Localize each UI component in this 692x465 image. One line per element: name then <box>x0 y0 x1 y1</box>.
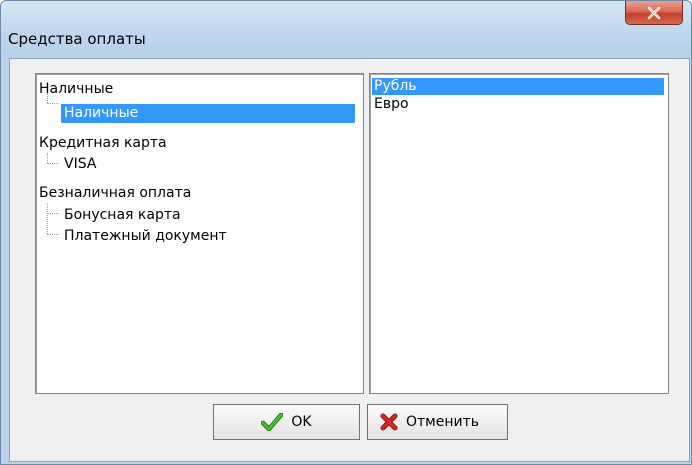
list-item-ruble[interactable]: Рубль <box>372 78 664 95</box>
tree-item-payment-document[interactable]: Платежный документ <box>61 227 230 246</box>
close-icon <box>647 6 661 19</box>
tree-item-credit-card-group[interactable]: Кредитная карта <box>36 134 170 153</box>
cross-icon <box>380 413 398 431</box>
tree-item-cash[interactable]: Наличные <box>61 104 142 123</box>
tree-connector <box>47 234 59 235</box>
tree-item-cash-group[interactable]: Наличные <box>36 80 116 99</box>
payment-methods-dialog: Средства оплаты Наличные Наличные Кредит… <box>0 0 692 465</box>
ok-button-label: OK <box>291 414 312 430</box>
window-title: Средства оплаты <box>8 30 146 48</box>
tree-item-visa[interactable]: VISA <box>61 155 99 174</box>
close-button[interactable] <box>625 1 683 25</box>
title-bar[interactable]: Средства оплаты <box>1 1 691 57</box>
tree-connector <box>47 163 59 164</box>
checkmark-icon <box>261 413 284 431</box>
tree-connector <box>47 203 48 234</box>
cancel-button[interactable]: Отменить <box>367 404 508 440</box>
cancel-button-label: Отменить <box>406 414 480 430</box>
tree-connector <box>47 213 59 214</box>
tree-connector <box>47 153 48 163</box>
tree-item-bonus-card[interactable]: Бонусная карта <box>61 206 184 225</box>
tree-item-cashless-group[interactable]: Безналичная оплата <box>36 184 194 203</box>
list-item-euro[interactable]: Евро <box>372 96 664 113</box>
tree-connector <box>47 103 59 104</box>
ok-button[interactable]: OK <box>213 404 360 440</box>
payment-type-tree[interactable]: Наличные Наличные Кредитная карта VISA Б… <box>35 73 364 394</box>
currency-list[interactable]: Рубль Евро <box>369 73 669 394</box>
dialog-client-area: Наличные Наличные Кредитная карта VISA Б… <box>9 58 690 462</box>
